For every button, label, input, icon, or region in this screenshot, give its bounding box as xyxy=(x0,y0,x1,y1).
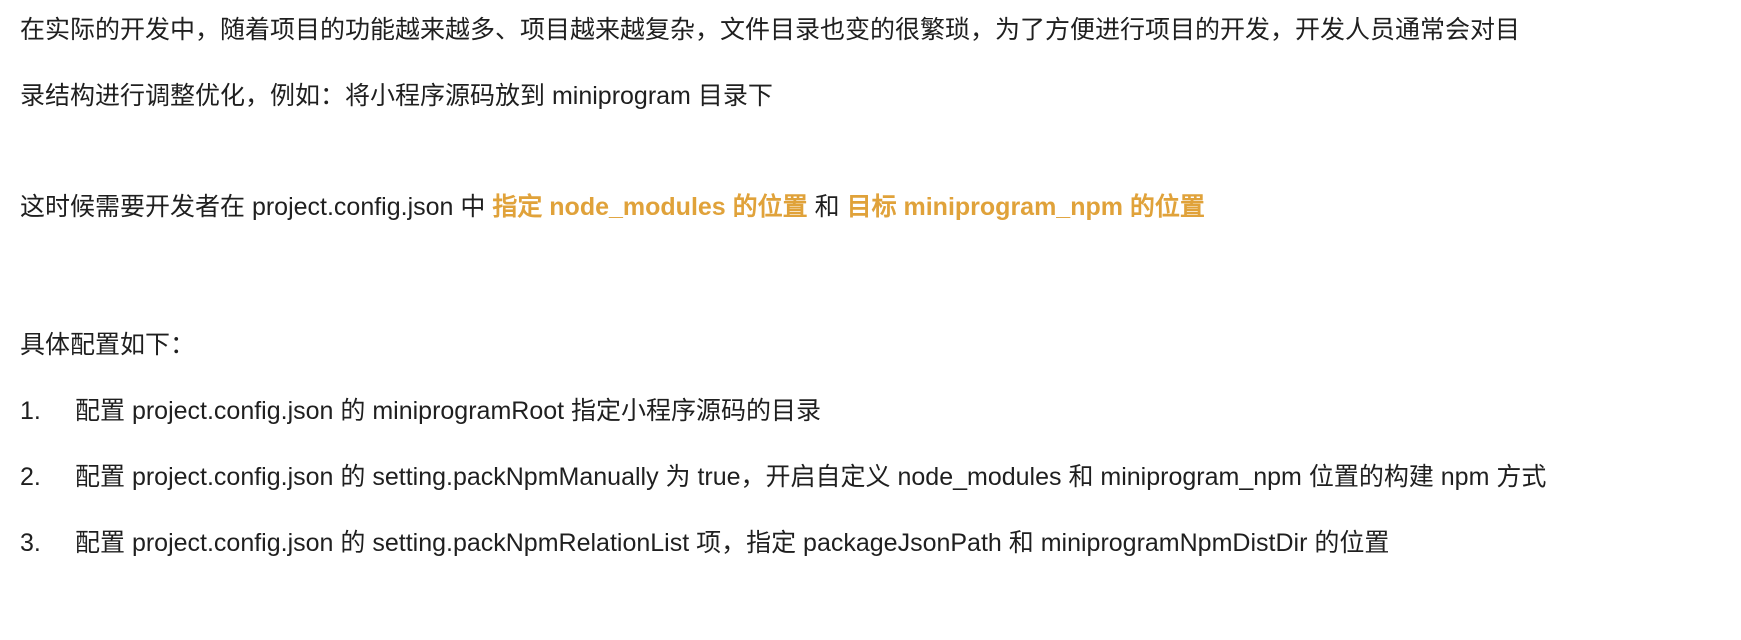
step-number: 1. xyxy=(20,397,41,425)
step-text: 配置 project.config.json 的 setting.packNpm… xyxy=(75,463,1547,491)
highlight-miniprogram-npm-location: 目标 miniprogram_npm 的位置 xyxy=(846,193,1205,221)
intro-line-2: 录结构进行调整优化，例如：将小程序源码放到 miniprogram 目录下 xyxy=(20,82,773,110)
config-note-middle: 和 xyxy=(807,193,847,221)
highlight-node-modules-location: 指定 node_modules 的位置 xyxy=(492,193,808,221)
list-item: 2. 配置 project.config.json 的 setting.pack… xyxy=(20,444,1732,510)
list-item: 3. 配置 project.config.json 的 setting.pack… xyxy=(20,510,1732,576)
step-number: 3. xyxy=(20,529,41,557)
step-text: 配置 project.config.json 的 setting.packNpm… xyxy=(75,529,1390,557)
document-body: 在实际的开发中，随着项目的功能越来越多、项目越来越复杂，文件目录也变的很繁琐，为… xyxy=(20,0,1732,576)
intro-paragraph: 在实际的开发中，随着项目的功能越来越多、项目越来越复杂，文件目录也变的很繁琐，为… xyxy=(20,0,1732,129)
config-note-prefix: 这时候需要开发者在 project.config.json 中 xyxy=(20,193,493,221)
config-note-paragraph: 这时候需要开发者在 project.config.json 中 指定 node_… xyxy=(20,174,1732,240)
steps-heading: 具体配置如下： xyxy=(20,331,196,359)
step-text: 配置 project.config.json 的 miniprogramRoot… xyxy=(75,397,822,425)
intro-line-1: 在实际的开发中，随着项目的功能越来越多、项目越来越复杂，文件目录也变的很繁琐，为… xyxy=(20,16,1521,44)
list-item: 1. 配置 project.config.json 的 miniprogramR… xyxy=(20,378,1732,444)
step-number: 2. xyxy=(20,463,41,491)
steps-list: 1. 配置 project.config.json 的 miniprogramR… xyxy=(20,378,1732,576)
